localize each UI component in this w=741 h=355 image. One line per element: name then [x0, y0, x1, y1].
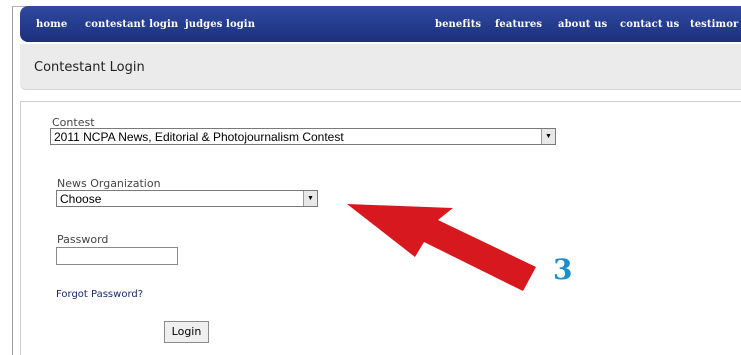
annotation-arrow [347, 204, 536, 291]
red-arrow-icon [347, 204, 536, 291]
step-number-annotation: 3 [553, 253, 573, 286]
